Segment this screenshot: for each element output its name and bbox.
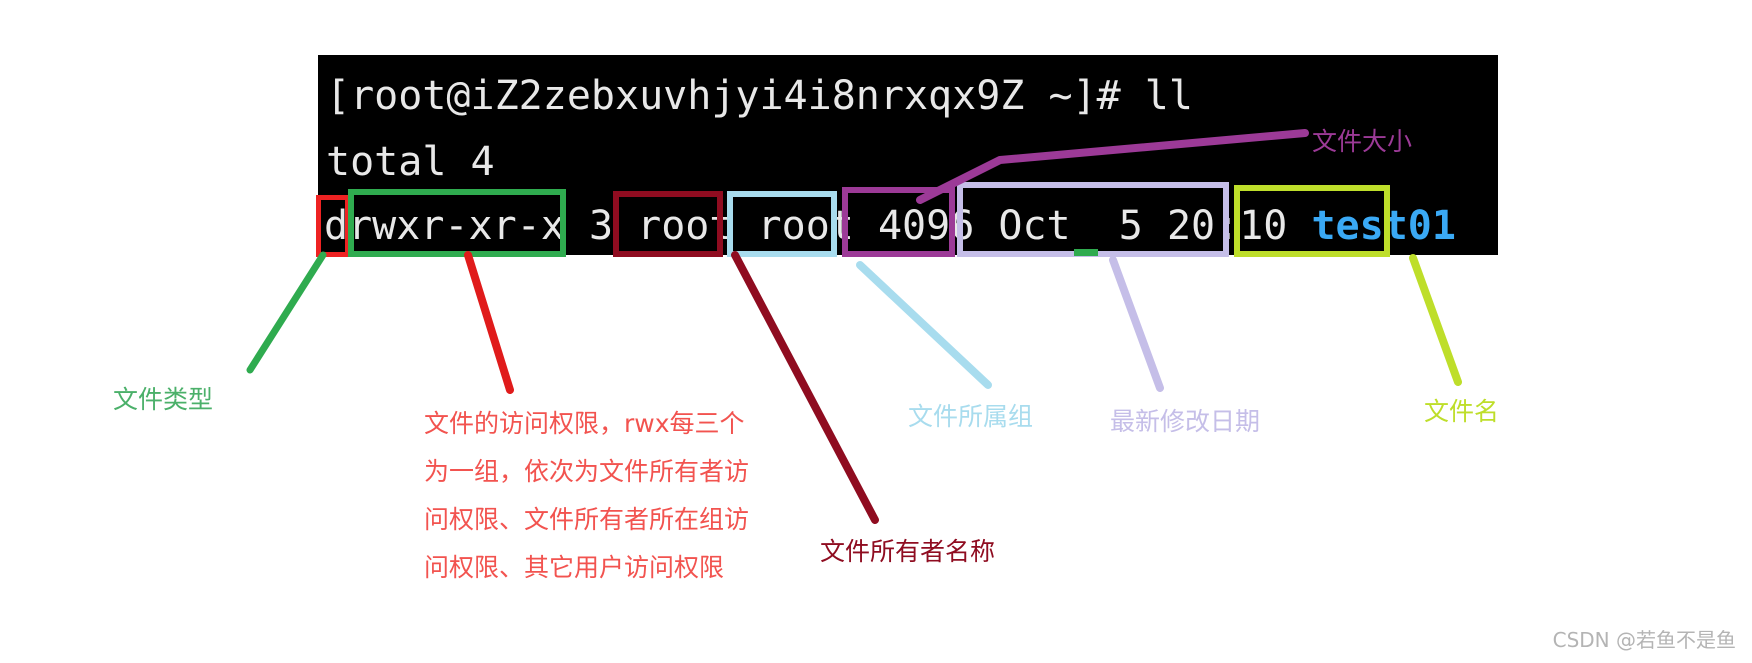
annotated-terminal-screenshot: [root@iZ2zebxuvhjyi4i8nrxqx9Z ~]# ll tot… xyxy=(0,0,1752,663)
listing-owner: root xyxy=(637,203,734,249)
leader-line-file-type xyxy=(246,251,327,374)
listing-permissions: rwxr-xr-x xyxy=(348,203,565,249)
terminal-cursor xyxy=(1074,249,1098,256)
listing-spacer-1 xyxy=(565,203,589,249)
leader-line-mtime xyxy=(1109,256,1164,392)
annotation-label-file-size: 文件大小 xyxy=(1312,127,1413,156)
listing-spacer-3 xyxy=(733,203,757,249)
listing-file-type: d xyxy=(324,203,349,249)
listing-filename: test01 xyxy=(1311,203,1456,249)
listing-link-count: 3 xyxy=(588,203,614,249)
annotation-label-group: 文件所属组 xyxy=(908,402,1034,431)
listing-mtime: Oct 5 20:10 xyxy=(998,203,1288,249)
listing-spacer-4 xyxy=(854,203,878,249)
annotation-label-owner: 文件所有者名称 xyxy=(820,537,996,566)
listing-spacer-2 xyxy=(613,203,637,249)
listing-spacer-6 xyxy=(1287,203,1311,249)
watermark: CSDN @若鱼不是鱼 xyxy=(1552,628,1736,652)
leader-line-permissions xyxy=(464,251,514,394)
listing-size: 4096 xyxy=(877,203,975,249)
annotation-label-file-name: 文件名 xyxy=(1424,397,1500,426)
terminal-total-line: total 4 xyxy=(326,139,495,185)
terminal-listing-line: drwxr-xr-x 3 root root 4096 Oct 5 20:10 … xyxy=(324,203,1456,249)
listing-spacer-5 xyxy=(974,203,998,249)
terminal-prompt-line: [root@iZ2zebxuvhjyi4i8nrxqx9Z ~]# ll xyxy=(326,73,1193,119)
listing-group: root xyxy=(757,203,854,249)
annotation-label-permissions: 文件的访问权限，rwx每三个为一组，依次为文件所有者访问权限、文件所有者所在组访… xyxy=(424,409,750,582)
annotation-label-mtime: 最新修改日期 xyxy=(1110,407,1261,436)
leader-line-file-name xyxy=(1409,254,1462,386)
annotation-label-file-type: 文件类型 xyxy=(113,385,214,414)
leader-line-group xyxy=(856,261,992,389)
